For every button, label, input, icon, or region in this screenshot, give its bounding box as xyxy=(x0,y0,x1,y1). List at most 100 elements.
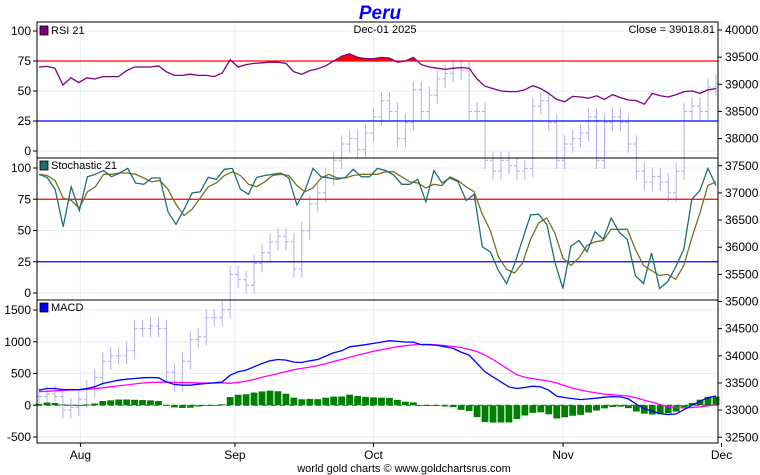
macd-signal-line xyxy=(38,343,717,409)
stochastic-y-tick-label: 50 xyxy=(18,224,32,238)
macd-histogram-bar xyxy=(274,391,282,406)
macd-histogram-bar xyxy=(107,400,115,406)
macd-histogram-bar xyxy=(473,405,481,418)
x-tick-label: Oct xyxy=(364,448,383,462)
axes: Aug Sep Oct Nov Dec 100 75 50 25 0 100 75 50 25 0 1500 1… xyxy=(4,23,758,462)
macd-histogram-bar xyxy=(370,397,377,406)
macd-histogram-bar xyxy=(497,405,505,423)
macd-histogram-bar xyxy=(433,405,441,407)
macd-histogram-bar xyxy=(624,405,632,409)
macd-histogram-bar xyxy=(354,395,361,406)
rsi-y-tick-label: 50 xyxy=(18,84,32,98)
price-tick-label: 37500 xyxy=(725,159,759,173)
x-tick-label: Sep xyxy=(224,448,246,462)
macd-histogram-bar xyxy=(553,405,561,419)
macd-histogram-bar xyxy=(91,403,99,406)
macd-histogram-bar xyxy=(346,394,354,406)
macd-histogram-bar xyxy=(362,396,369,406)
macd-histogram-bar xyxy=(425,405,433,407)
macd-histogram-bar xyxy=(457,405,465,410)
panel-frames xyxy=(36,21,719,444)
macd-histogram-bar xyxy=(163,404,170,406)
footer-credit: world gold charts © www.goldchartsrus.co… xyxy=(296,463,511,475)
macd-histogram-bar xyxy=(67,404,75,406)
macd-histogram-bar xyxy=(601,405,608,409)
peru-technical-chart: Peru Aug Sep Oct Nov Dec 100 75 50 25 0 100 75 50 25 0… xyxy=(4,3,758,475)
price-tick-label: 39500 xyxy=(725,50,759,64)
macd-histogram-bar xyxy=(266,390,274,406)
macd-histogram-bar xyxy=(585,405,592,413)
macd-histogram-bar xyxy=(298,399,306,406)
macd-histogram-bar xyxy=(99,400,107,406)
stochastic-legend-label: Stochastic 21 xyxy=(51,160,117,172)
price-tick-label: 36000 xyxy=(725,240,759,254)
stochastic-legend-swatch xyxy=(39,160,49,171)
price-tick-label: 32500 xyxy=(725,430,759,444)
close-label: Close = 39018.81 xyxy=(628,24,715,36)
macd-histogram-bar xyxy=(672,405,680,412)
macd-histogram-bar xyxy=(178,405,186,408)
macd-histogram-bar xyxy=(43,402,51,406)
macd-histogram-bar xyxy=(171,405,178,408)
stochastic-d-line xyxy=(38,171,717,281)
price-tick-label: 34500 xyxy=(725,322,759,336)
rsi-legend-label: RSI 21 xyxy=(51,25,85,37)
price-tick-label: 38500 xyxy=(725,104,759,118)
macd-histogram-bar xyxy=(155,400,162,406)
macd-legend-swatch xyxy=(39,302,49,313)
stochastic-k-line xyxy=(38,166,717,290)
macd-histogram-bar xyxy=(210,405,218,406)
macd-histogram-bar xyxy=(139,400,146,406)
macd-histogram-bar xyxy=(481,405,489,423)
macd-histogram-bar xyxy=(609,405,616,408)
macd-histogram-bar xyxy=(147,400,154,406)
macd-histogram-bar xyxy=(51,403,59,406)
reference-lines xyxy=(37,60,718,406)
macd-histogram-bar xyxy=(513,405,521,420)
macd-histogram-bar xyxy=(83,404,91,406)
price-tick-label: 36500 xyxy=(725,213,759,227)
stochastic-y-tick-label: 0 xyxy=(24,286,31,300)
macd-y-tick-label: 1500 xyxy=(4,303,31,317)
macd-histogram-bar xyxy=(234,394,242,406)
macd-histogram-bar xyxy=(314,399,322,406)
macd-histogram-bar xyxy=(401,401,409,406)
price-tick-label: 33000 xyxy=(725,403,759,417)
macd-histogram-bar xyxy=(394,399,401,406)
macd-histogram-bar xyxy=(186,405,194,408)
macd-histogram-bar xyxy=(441,405,449,407)
stochastic-y-tick-label: 25 xyxy=(18,255,32,269)
x-tick-label: Aug xyxy=(70,448,91,462)
price-tick-label: 38000 xyxy=(725,132,759,146)
date-label: Dec-01 2025 xyxy=(354,24,417,36)
macd-histogram-bar xyxy=(489,405,497,423)
macd-histogram-bar xyxy=(617,405,624,407)
macd-histogram-bar xyxy=(417,405,425,407)
macd-histogram-bar xyxy=(242,394,250,406)
macd-histogram-bar xyxy=(250,392,258,406)
price-tick-label: 35000 xyxy=(725,295,759,309)
macd-histogram-bar xyxy=(593,405,600,411)
macd-histogram-bar xyxy=(521,405,529,416)
macd-histogram-bar xyxy=(123,399,131,406)
macd-panel-frame xyxy=(36,299,719,444)
macd-histogram-bar xyxy=(115,399,123,406)
x-tick-label: Nov xyxy=(552,448,573,462)
macd-histogram-bar xyxy=(577,405,584,415)
macd-histogram-bar xyxy=(378,397,385,406)
price-bars xyxy=(36,59,719,419)
stochastic-y-tick-label: 75 xyxy=(18,192,32,206)
macd-histogram-bar xyxy=(561,405,569,418)
macd-histogram-bar xyxy=(529,405,537,413)
rsi-y-tick-label: 75 xyxy=(18,54,32,68)
chart-title: Peru xyxy=(359,3,402,24)
macd-histogram-bar xyxy=(290,397,298,406)
rsi-y-tick-label: 25 xyxy=(18,114,32,128)
macd-histogram-bar xyxy=(75,404,83,406)
macd-histogram-bar xyxy=(465,405,473,412)
macd-histogram-bar xyxy=(306,398,314,406)
macd-histogram-bar xyxy=(258,391,266,406)
macd-histogram-bar xyxy=(194,405,202,407)
macd-y-tick-label: 500 xyxy=(11,367,31,381)
rsi-y-tick-label: 100 xyxy=(11,24,31,38)
